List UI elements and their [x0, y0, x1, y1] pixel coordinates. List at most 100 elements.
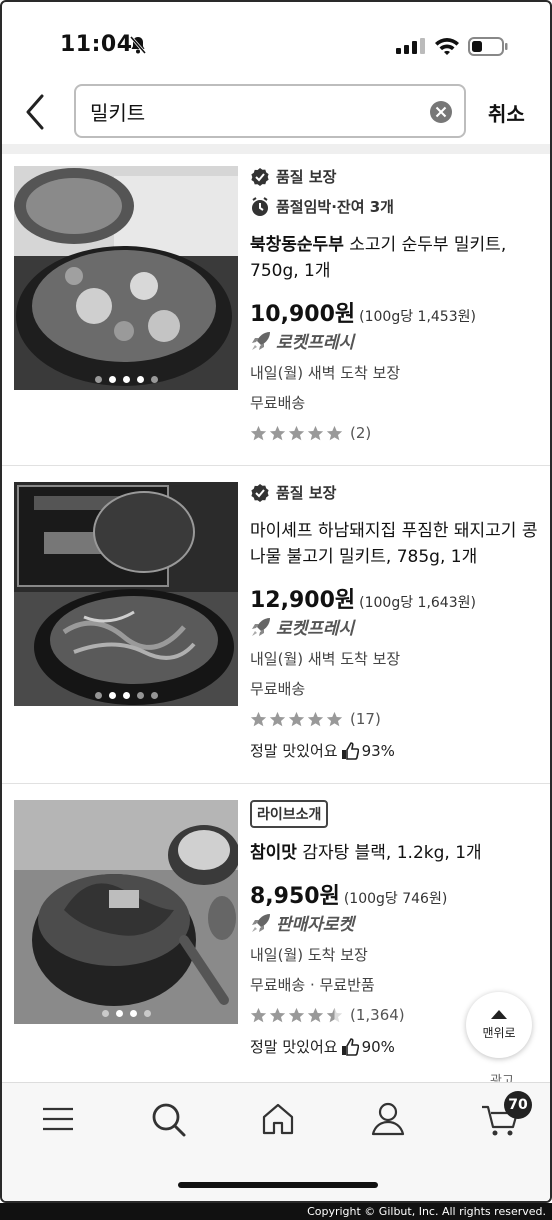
live-tag: 라이브소개	[250, 800, 329, 828]
rocket-icon	[252, 617, 270, 636]
quality-badge: 품질 보장	[250, 166, 336, 187]
product-title[interactable]: 참이맛 감자탕 블랙, 1.2kg, 1개	[250, 840, 542, 866]
taste-rating: 정말 맛있어요 93%	[250, 740, 395, 761]
rating-stars: (17)	[250, 710, 381, 728]
quality-badge: 품질 보장	[250, 482, 336, 503]
badge-label: 품질 보장	[276, 168, 337, 186]
product-title[interactable]: 북창동순두부 소고기 순두부 밀키트, 750g, 1개	[250, 232, 542, 284]
phone-screen: 11:04 밀키트 취소 품질 보장 품절임박·잔여 3개 북창동순두부 소고기…	[0, 0, 552, 1203]
status-time: 11:04	[60, 32, 133, 57]
product-name: 감자탕 블랙, 1.2kg, 1개	[296, 843, 482, 863]
taste-percent: 90%	[361, 1037, 395, 1056]
badge-label: 품질 보장	[276, 484, 337, 502]
star-icon	[288, 711, 305, 726]
product-image[interactable]	[14, 800, 238, 1024]
product-card[interactable]: 품질 보장 마이셰프 하남돼지집 푸짐한 돼지고기 콩나물 불고기 밀키트, 7…	[2, 468, 550, 784]
rating-stars: (1,364)	[250, 1006, 405, 1024]
taste-label: 정말 맛있어요	[250, 742, 338, 760]
copyright-footer: Copyright © Gilbut, Inc. All rights rese…	[0, 1203, 552, 1220]
delivery-type-label: 판매자로켓	[276, 915, 355, 935]
half-star-icon	[326, 1007, 343, 1022]
signal-icon	[396, 38, 425, 54]
thumbs-up-icon	[341, 741, 359, 760]
product-brand: 참이맛	[250, 843, 297, 863]
price-row: 12,900원 (100g당 1,643원)	[250, 582, 476, 614]
stock-note: 품절임박·잔여 3개	[250, 196, 394, 217]
close-icon	[435, 106, 447, 118]
product-title[interactable]: 마이셰프 하남돼지집 푸짐한 돼지고기 콩나물 불고기 밀키트, 785g, 1…	[250, 518, 542, 570]
unit-price: (100g당 1,453원)	[359, 309, 476, 325]
delivery-type: 로켓프레시	[250, 614, 354, 639]
verified-icon	[251, 167, 269, 186]
product-price: 10,900원	[250, 302, 356, 327]
scroll-top-button[interactable]: 맨위로	[466, 992, 532, 1058]
star-icon	[269, 711, 286, 726]
arrow-up-icon	[491, 1010, 507, 1019]
search-input[interactable]	[90, 94, 420, 128]
header-divider	[2, 144, 550, 154]
clock-icon	[252, 196, 268, 216]
arrival-info: 내일(월) 새벽 도착 보장	[250, 650, 401, 668]
unit-price: (100g당 746원)	[343, 891, 448, 907]
cart-count-badge: 70	[504, 1091, 532, 1119]
star-icon	[250, 1007, 267, 1022]
star-icon	[269, 425, 286, 440]
delivery-type: 판매자로켓	[250, 910, 354, 935]
review-count: (1,364)	[350, 1006, 405, 1024]
rocket-icon	[252, 913, 270, 932]
arrival-info: 내일(월) 새벽 도착 보장	[250, 364, 401, 382]
review-count: (2)	[350, 424, 372, 442]
review-count: (17)	[350, 710, 381, 728]
delivery-type: 로켓프레시	[250, 328, 354, 353]
rocket-icon	[252, 331, 270, 350]
price-row: 10,900원 (100g당 1,453원)	[250, 296, 476, 328]
product-price: 8,950원	[250, 884, 340, 909]
silent-bell-icon	[129, 36, 147, 54]
menu-icon[interactable]	[38, 1099, 78, 1139]
star-icon	[288, 1007, 305, 1022]
status-bar: 11:04	[2, 2, 550, 82]
product-name: 마이셰프 하남돼지집 푸짐한 돼지고기 콩나물 불고기 밀키트, 785g, 1…	[250, 521, 538, 567]
delivery-type-label: 로켓프레시	[276, 619, 355, 639]
shipping-info: 무료배송	[250, 680, 306, 698]
cancel-button[interactable]: 취소	[488, 98, 525, 127]
live-tag-label: 라이브소개	[250, 800, 329, 828]
delivery-type-label: 로켓프레시	[276, 333, 355, 353]
star-icon	[269, 1007, 286, 1022]
scroll-top-label: 맨위로	[482, 1026, 516, 1040]
shipping-info: 무료배송 · 무료반품	[250, 976, 375, 994]
back-button[interactable]	[20, 92, 54, 132]
rating-stars: (2)	[250, 424, 371, 442]
star-icon	[326, 711, 343, 726]
product-card[interactable]: 품질 보장 품절임박·잔여 3개 북창동순두부 소고기 순두부 밀키트, 750…	[2, 154, 550, 466]
taste-label: 정말 맛있어요	[250, 1038, 338, 1056]
star-icon	[250, 425, 267, 440]
price-row: 8,950원 (100g당 746원)	[250, 878, 447, 910]
star-icon	[307, 1007, 324, 1022]
image-carousel-dots[interactable]	[14, 692, 238, 699]
shipping-info: 무료배송	[250, 394, 306, 412]
search-bar[interactable]	[74, 84, 466, 138]
product-image[interactable]	[14, 166, 238, 390]
home-icon[interactable]	[258, 1099, 298, 1139]
thumbs-up-icon	[341, 1037, 359, 1056]
user-icon[interactable]	[368, 1099, 408, 1139]
arrival-info: 내일(월) 도착 보장	[250, 946, 368, 964]
verified-icon	[251, 483, 269, 502]
product-price: 12,900원	[250, 588, 356, 613]
image-carousel-dots[interactable]	[14, 1010, 238, 1017]
taste-percent: 93%	[361, 741, 395, 760]
battery-icon	[468, 37, 508, 56]
star-icon	[288, 425, 305, 440]
unit-price: (100g당 1,643원)	[359, 595, 476, 611]
clear-search-button[interactable]	[430, 101, 452, 123]
star-icon	[307, 711, 324, 726]
product-brand: 북창동순두부	[250, 235, 344, 255]
search-icon[interactable]	[148, 1099, 188, 1139]
star-icon	[250, 711, 267, 726]
product-image[interactable]	[14, 482, 238, 706]
taste-rating: 정말 맛있어요 90%	[250, 1036, 395, 1057]
image-carousel-dots[interactable]	[14, 376, 238, 383]
home-indicator[interactable]	[178, 1182, 378, 1188]
star-icon	[326, 425, 343, 440]
